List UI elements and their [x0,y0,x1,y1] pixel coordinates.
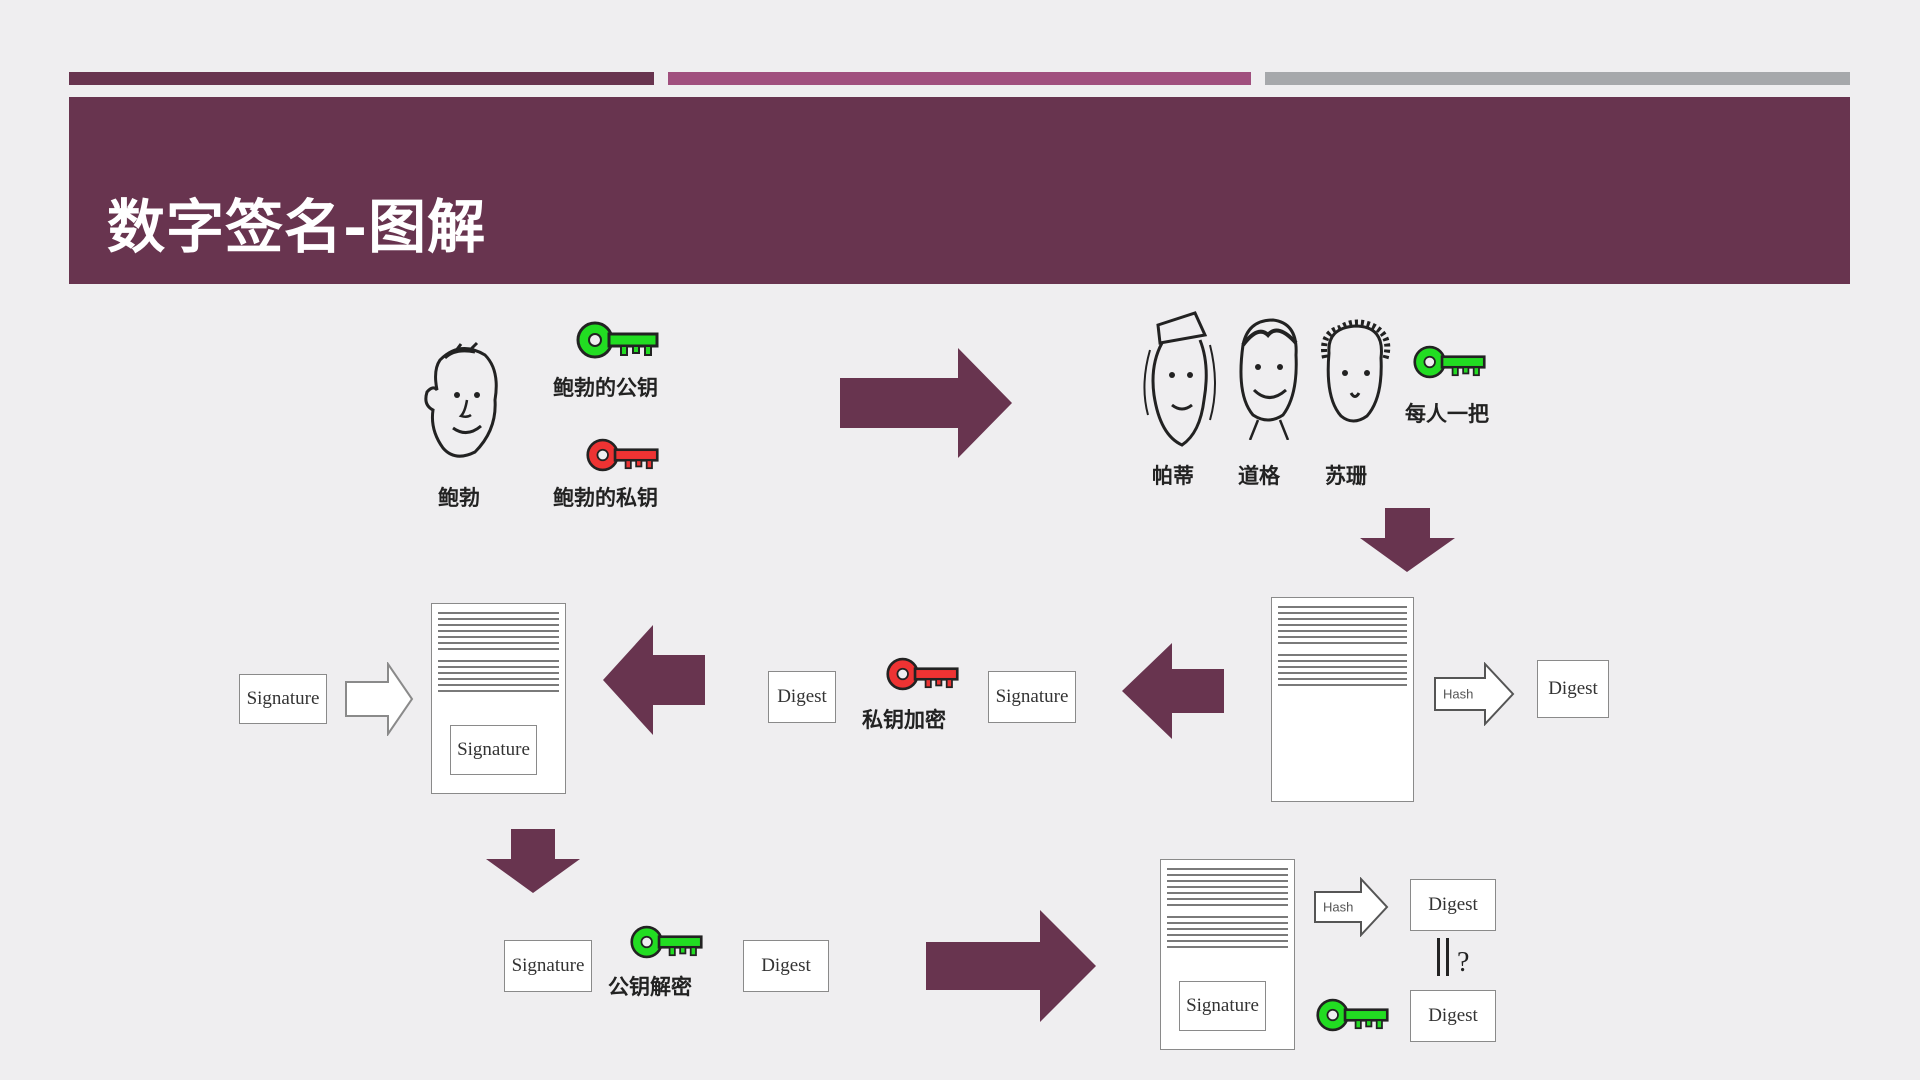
face-icon [1143,311,1216,447]
left-arrow-icon [1122,643,1224,739]
right-arrow-icon [840,348,1012,458]
hash-arrow: Hash [1313,877,1389,937]
down-arrow-icon [486,829,580,893]
signed-document: Signature [1160,859,1295,1050]
digest-box: Digest [1410,879,1496,931]
green-key-icon [576,321,659,359]
hash-arrow: Hash [1433,662,1515,726]
green-key-icon [1316,998,1389,1032]
hollow-right-arrow-icon [345,662,414,736]
face-icon [1321,319,1391,423]
down-arrow-icon [1360,508,1455,572]
top-bar-dark [69,72,654,85]
signed-document: Signature [431,603,566,794]
bob-public-key-label: 鲍勃的公钥 [553,376,658,400]
top-bar-grey [1265,72,1850,85]
friend-name-susan: 苏珊 [1325,464,1367,488]
double-bar-icon [1437,938,1449,976]
bob-name-label: 鲍勃 [438,486,480,510]
green-key-icon [630,925,703,959]
digest-box: Digest [1410,990,1496,1042]
public-decrypt-label: 公钥解密 [608,975,692,999]
red-key-icon [586,438,659,472]
document-signature-box: Signature [1179,981,1266,1031]
slide-title: 数字签名-图解 [107,193,487,261]
digest-box: Digest [1537,660,1609,718]
each-one-label: 每人一把 [1405,402,1489,426]
friend-name-patty: 帕蒂 [1152,464,1194,488]
private-encrypt-label: 私钥加密 [862,708,946,732]
title-band: 数字签名-图解 [69,97,1850,284]
green-key-icon [1413,345,1486,379]
compare-question-mark: ? [1457,947,1470,978]
document-signature-box: Signature [450,725,537,775]
signature-box: Signature [988,671,1076,723]
friend-name-doug: 道格 [1238,464,1280,488]
hash-label: Hash [1443,686,1474,702]
top-bar-mid [668,72,1251,85]
right-arrow-icon [926,910,1096,1022]
equality-bars [1434,936,1454,986]
hash-label: Hash [1323,899,1354,915]
signature-box: Signature [504,940,592,992]
digest-box: Digest [743,940,829,992]
digest-box: Digest [768,671,836,723]
bob-private-key-label: 鲍勃的私钥 [553,486,658,510]
signature-box: Signature [239,674,327,724]
face-icon [424,341,498,458]
red-key-icon [886,657,959,691]
face-icon [1239,318,1298,440]
left-arrow-icon [603,625,705,735]
original-document [1271,597,1414,802]
